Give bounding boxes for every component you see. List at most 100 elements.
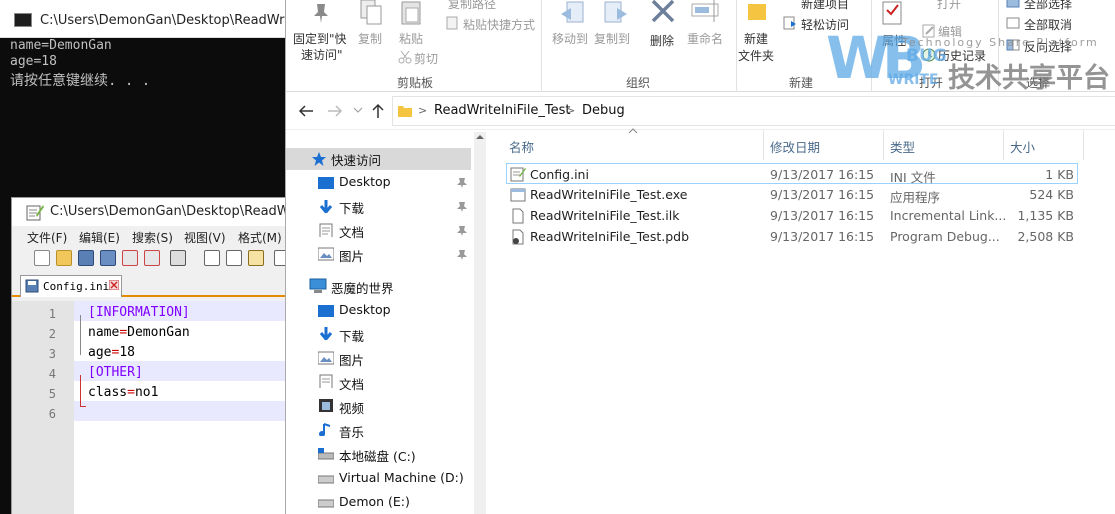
up-arrow-icon[interactable] [370, 103, 386, 119]
copy-icon [360, 0, 382, 25]
tab-config-ini[interactable]: Config.ini [20, 275, 122, 297]
console-line: age=18 [10, 54, 57, 69]
ini-file-icon [510, 167, 526, 182]
select-all-button[interactable]: 全部选择 [1024, 0, 1072, 12]
watermark-write: WRITE [888, 72, 939, 88]
file-row[interactable]: Config.ini 9/13/2017 16:15 INI 文件 1 KB [506, 163, 1078, 185]
nav-item-desktop[interactable]: Desktop [339, 302, 391, 317]
nav-quick-access[interactable]: 快速访问 [331, 150, 381, 169]
copy-path-button[interactable]: 复制路径 [448, 0, 496, 12]
nav-item-drive-e[interactable]: Demon (E:) [339, 494, 410, 509]
delete-button[interactable]: 删除 [650, 32, 674, 49]
file-date: 9/13/2017 16:15 [770, 167, 875, 182]
paste-icon[interactable] [248, 250, 264, 266]
column-type[interactable]: 类型 [890, 137, 915, 156]
ini-entry: class=no1 [88, 385, 158, 400]
print-icon[interactable] [170, 250, 186, 266]
pin-quick-access-button[interactable]: 固定到"快 [293, 30, 347, 47]
console-titlebar[interactable]: C:\Users\DemonGan\Desktop\ReadWrite [0, 0, 301, 38]
copy-icon[interactable] [226, 250, 242, 266]
close-tab-icon[interactable] [109, 280, 119, 290]
cut-icon[interactable] [204, 250, 220, 266]
notepad-titlebar[interactable]: C:\Users\DemonGan\Desktop\ReadWrite [12, 198, 311, 226]
close-file-icon[interactable] [122, 250, 138, 266]
computer-icon [309, 278, 327, 293]
breadcrumb-debug[interactable]: Debug [582, 103, 625, 118]
file-row[interactable]: ReadWriteIniFile_Test.exe 9/13/2017 16:1… [506, 184, 1078, 205]
save-icon[interactable] [78, 250, 94, 266]
nav-item-downloads[interactable]: 下载 [339, 326, 364, 345]
cut-button[interactable]: 剪切 [414, 50, 438, 67]
file-date: 9/13/2017 16:15 [770, 208, 875, 223]
paste-icon [401, 1, 421, 25]
documents-icon [319, 223, 333, 237]
ini-key: class [88, 385, 128, 400]
nav-this-pc[interactable]: 恶魔的世界 [331, 278, 394, 297]
nav-item-documents[interactable]: 文档 [339, 222, 364, 241]
download-icon [319, 200, 333, 213]
nav-item-desktop[interactable]: Desktop [339, 174, 391, 189]
line-number-gutter: 1 2 3 4 5 6 [12, 301, 85, 514]
new-file-icon[interactable] [34, 250, 50, 266]
caret-line-highlight [74, 401, 302, 421]
nav-item-pictures[interactable]: 图片 [339, 350, 364, 369]
code-editor[interactable]: [INFORMATION] name=DemonGan age=18 [OTHE… [74, 301, 302, 514]
breadcrumb-project[interactable]: ReadWriteIniFile_Test [434, 103, 571, 118]
nav-item-videos[interactable]: 视频 [339, 398, 364, 417]
notepad-app-icon [26, 205, 44, 221]
file-row[interactable]: ReadWriteIniFile_Test.pdb 9/13/2017 16:1… [506, 226, 1078, 247]
tab-label: Config.ini [43, 280, 110, 293]
open-button[interactable]: 打开 [937, 0, 961, 12]
move-to-button[interactable]: 移动到 [552, 30, 588, 47]
pin-icon[interactable] [456, 201, 468, 213]
column-size[interactable]: 大小 [1010, 137, 1035, 156]
video-icon [319, 399, 333, 412]
download-icon [319, 327, 333, 340]
new-item-button[interactable]: 新建项目 [801, 0, 849, 12]
back-arrow-icon[interactable] [298, 104, 314, 118]
pin-icon[interactable] [456, 225, 468, 237]
column-divider[interactable] [1083, 130, 1084, 160]
column-divider[interactable] [763, 130, 764, 160]
line-number: 1 [48, 307, 56, 321]
nav-scrollbar[interactable] [474, 132, 486, 514]
notepad-toolbar [12, 246, 302, 270]
copy-to-icon [604, 1, 627, 23]
nav-item-drive-c[interactable]: 本地磁盘 (C:) [339, 446, 416, 465]
pin-icon[interactable] [456, 249, 468, 261]
menu-view[interactable]: 视图(V) [184, 229, 226, 246]
nav-item-documents[interactable]: 文档 [339, 374, 364, 393]
paste-button[interactable]: 粘贴 [399, 30, 423, 47]
open-file-icon[interactable] [56, 250, 72, 266]
nav-item-pictures[interactable]: 图片 [339, 246, 364, 265]
pin-icon[interactable] [456, 177, 468, 189]
file-name: ReadWriteIniFile_Test.ilk [530, 208, 680, 223]
file-row[interactable]: ReadWriteIniFile_Test.ilk 9/13/2017 16:1… [506, 205, 1078, 226]
paste-shortcut-button[interactable]: 粘贴快捷方式 [463, 16, 535, 33]
music-icon [319, 423, 331, 436]
menu-format[interactable]: 格式(M) [238, 229, 282, 246]
menu-search[interactable]: 搜索(S) [132, 229, 173, 246]
column-divider[interactable] [883, 130, 884, 160]
column-date-modified[interactable]: 修改日期 [770, 137, 820, 156]
forward-arrow-icon[interactable] [327, 104, 343, 118]
nav-item-music[interactable]: 音乐 [339, 422, 364, 441]
close-all-icon[interactable] [144, 250, 160, 266]
save-all-icon[interactable] [100, 250, 116, 266]
nav-item-drive-d[interactable]: Virtual Machine (D:) [339, 470, 464, 485]
ini-value: DemonGan [127, 325, 190, 340]
menu-file[interactable]: 文件(F) [27, 229, 67, 246]
column-name[interactable]: 名称 [509, 137, 534, 156]
recent-chevron-icon[interactable] [353, 106, 363, 114]
scroll-up-icon[interactable] [476, 134, 484, 140]
address-box[interactable]: > ReadWriteIniFile_Test > Debug [392, 96, 1115, 126]
copy-to-button[interactable]: 复制到 [594, 30, 630, 47]
rename-button[interactable]: 重命名 [687, 30, 723, 47]
menu-edit[interactable]: 编辑(E) [79, 229, 120, 246]
file-date: 9/13/2017 16:15 [770, 229, 875, 244]
column-divider[interactable] [1003, 130, 1004, 160]
nav-item-downloads[interactable]: 下载 [339, 198, 364, 217]
copy-button[interactable]: 复制 [358, 30, 382, 47]
new-folder-button[interactable]: 新建 [744, 30, 768, 47]
exe-file-icon [510, 188, 526, 202]
